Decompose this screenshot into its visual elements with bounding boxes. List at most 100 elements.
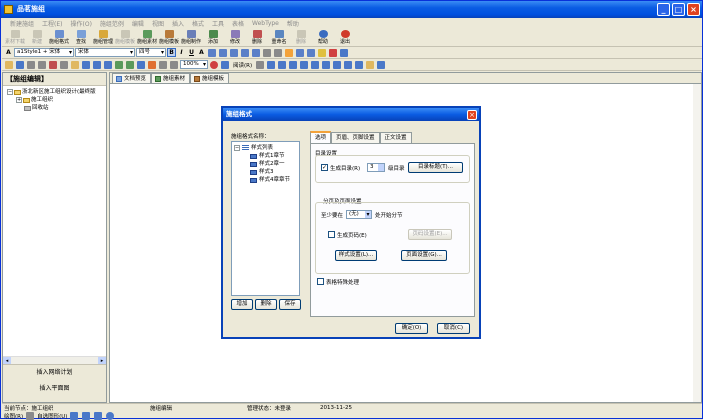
cut-icon[interactable] (49, 60, 57, 69)
fill-icon[interactable] (366, 60, 375, 69)
menu-operate[interactable]: 操作(O) (67, 19, 96, 28)
map-icon[interactable] (159, 60, 167, 69)
document-vscroll[interactable] (693, 84, 701, 402)
insert-floor-plan-button[interactable]: 插入平面图 (3, 381, 106, 397)
menu-view[interactable]: 视图 (148, 19, 168, 28)
sigma-icon[interactable] (267, 60, 276, 69)
format-list[interactable]: − 样式列表 样式1章节 样式2章一 样式3 样式4章章节 (231, 141, 300, 296)
list-item[interactable]: 样式2章一 (234, 160, 297, 168)
make-button[interactable]: 施组制作 (180, 29, 202, 47)
download-material-button[interactable]: 素材下载 (4, 29, 26, 47)
menu-new[interactable]: 新建施组 (6, 19, 38, 28)
justify-icon[interactable] (241, 48, 249, 57)
sort-icon[interactable] (256, 60, 265, 69)
select-icon[interactable] (26, 411, 35, 420)
border-icon[interactable] (307, 48, 315, 57)
manage-button[interactable]: 施组管理 (92, 29, 114, 47)
open-icon[interactable] (5, 60, 13, 69)
rectangle-icon[interactable] (94, 411, 103, 420)
page-setup-button[interactable]: 页面设置(G)... (401, 250, 447, 261)
symbol-icon[interactable] (340, 48, 348, 57)
paste-icon[interactable] (71, 60, 79, 69)
list-item[interactable]: − 样式列表 (234, 144, 297, 152)
undo-icon[interactable] (82, 60, 90, 69)
menu-table[interactable]: 表格 (228, 19, 248, 28)
menu-example[interactable]: 施组范例 (96, 19, 128, 28)
excel-icon[interactable] (126, 60, 134, 69)
menu-insert[interactable]: 插入 (168, 19, 188, 28)
autoshape-button[interactable]: 自选图形(U) (37, 412, 67, 420)
bold-button[interactable]: B (167, 48, 176, 57)
template-disabled-button[interactable]: 施组模板 (114, 29, 136, 47)
maximize-button[interactable]: □ (672, 3, 685, 16)
add-style-button[interactable]: 增加 (231, 299, 253, 310)
zoom-combo[interactable]: 100% (180, 60, 208, 69)
minimize-button[interactable]: _ (657, 3, 670, 16)
collapse-icon[interactable]: − (7, 89, 13, 95)
menu-project[interactable]: 工程(E) (38, 19, 66, 28)
tree-item-recycle[interactable]: 回收站 (7, 104, 106, 112)
delete-button[interactable]: 删除 (246, 29, 268, 47)
add-button[interactable]: 添加 (202, 29, 224, 47)
indent-icon[interactable] (263, 48, 271, 57)
table-special-checkbox[interactable] (317, 278, 324, 285)
align-middle-icon[interactable] (289, 60, 298, 69)
toc-level-spinner[interactable]: 3 (367, 163, 385, 172)
tab-header-footer[interactable]: 页眉、页脚设置 (331, 132, 380, 143)
draw-menu-button[interactable]: 绘图(R) (4, 412, 23, 420)
outdent-icon[interactable] (274, 48, 282, 57)
arrow-icon[interactable] (82, 411, 91, 420)
help-button[interactable]: 帮助 (312, 29, 334, 47)
menu-edit[interactable]: 编辑 (128, 19, 148, 28)
distribute-cols-icon[interactable] (322, 60, 331, 69)
preview-icon[interactable] (38, 60, 46, 69)
text-color-icon[interactable] (329, 48, 337, 57)
ok-button[interactable]: 确定(O) (395, 323, 428, 334)
distribute-icon[interactable] (252, 48, 260, 57)
list-item[interactable]: 样式3 (234, 168, 297, 176)
material-button[interactable]: 施组素材 (136, 29, 158, 47)
tab-template[interactable]: 施组模板 (190, 73, 230, 83)
delete-disabled-button[interactable]: 删除 (290, 29, 312, 47)
font-color-button[interactable]: A (197, 48, 206, 57)
insert-row-icon[interactable] (355, 60, 364, 69)
style-settings-button[interactable]: 样式设置(L)... (335, 250, 377, 261)
italic-button[interactable]: I (177, 48, 186, 57)
page-num-checkbox[interactable] (328, 231, 335, 238)
delete-style-button[interactable]: 删除 (255, 299, 277, 310)
save-icon[interactable] (16, 60, 24, 69)
cell-props-icon[interactable] (377, 60, 386, 69)
split-cells-icon[interactable] (344, 60, 353, 69)
tab-preview[interactable]: 文档预览 (112, 73, 152, 83)
dialog-close-button[interactable]: × (467, 110, 477, 120)
menu-help[interactable]: 帮助 (283, 19, 303, 28)
new-button[interactable]: 新建 (26, 29, 48, 47)
tab-body[interactable]: 正文设置 (379, 132, 412, 143)
merge-cells-icon[interactable] (333, 60, 342, 69)
exit-button[interactable]: 退出 (334, 29, 356, 47)
align-right-icon[interactable] (230, 48, 238, 57)
format-button[interactable]: 施组格式 (48, 29, 70, 47)
rename-button[interactable]: 重命名 (268, 29, 290, 47)
highlight-icon[interactable] (318, 48, 326, 57)
toc-title-button[interactable]: 目录标题(T)... (408, 162, 463, 173)
underline-button[interactable]: U (187, 48, 196, 57)
tab-options[interactable]: 选项 (310, 131, 332, 143)
gen-toc-checkbox[interactable]: ✓ (321, 164, 328, 171)
numbering-icon[interactable] (296, 48, 304, 57)
tree-item-construction[interactable]: + 施工组织 (7, 96, 106, 104)
page-num-settings-button[interactable]: 页码设置(E)... (408, 229, 452, 240)
close-button[interactable]: × (687, 3, 700, 16)
section-level-select[interactable]: (无) (346, 210, 372, 219)
collapse-icon[interactable]: − (234, 145, 240, 151)
font-combo[interactable]: 宋体 (75, 48, 135, 57)
menu-format[interactable]: 格式 (188, 19, 208, 28)
read-icon[interactable] (221, 60, 229, 69)
hyperlink-icon[interactable] (104, 60, 112, 69)
insert-network-plan-button[interactable]: 插入网络计划 (3, 365, 106, 381)
tab-material[interactable]: 施组素材 (151, 73, 191, 83)
list-item[interactable]: 样式1章节 (234, 152, 297, 160)
align-bottom-icon[interactable] (300, 60, 309, 69)
list-item[interactable]: 样式4章章节 (234, 176, 297, 184)
find-button[interactable]: 查找 (70, 29, 92, 47)
